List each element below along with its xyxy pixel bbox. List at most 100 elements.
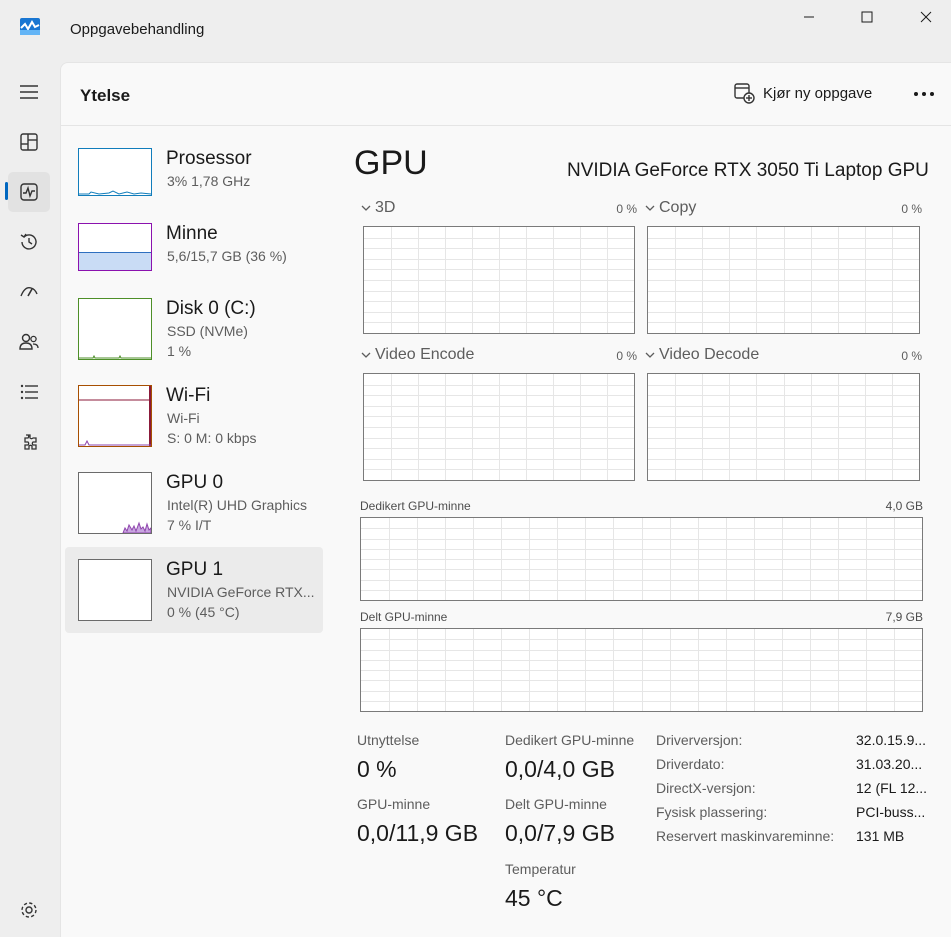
gpu0-name: GPU 0 bbox=[166, 472, 224, 493]
nav-processes[interactable] bbox=[8, 122, 50, 162]
memory-name: Minne bbox=[166, 223, 218, 244]
header-divider bbox=[60, 125, 951, 126]
nav-settings[interactable] bbox=[8, 890, 50, 930]
minimize-button[interactable] bbox=[786, 2, 832, 32]
gpu0-mini-graph bbox=[122, 521, 151, 533]
chevron-down-icon bbox=[361, 205, 371, 211]
temperature-value: 45 °C bbox=[505, 885, 563, 911]
driver-date-value: 31.03.20... bbox=[856, 756, 923, 772]
close-button[interactable] bbox=[903, 2, 949, 32]
wifi-name: Wi-Fi bbox=[166, 385, 211, 406]
run-new-task-button[interactable]: Kjør ny oppgave bbox=[733, 82, 872, 104]
driver-version-label: Driverversjon: bbox=[656, 732, 743, 748]
engine-video-encode-pct: 0 % bbox=[616, 349, 637, 363]
dedicated-memory-graph-max: 4,0 GB bbox=[885, 499, 923, 513]
physical-location-label: Fysisk plassering: bbox=[656, 804, 768, 820]
dedicated-memory-value: 0,0/4,0 GB bbox=[505, 756, 615, 782]
engine-video-encode-selector[interactable]: Video Encode bbox=[360, 346, 474, 364]
utilization-label: Utnyttelse bbox=[357, 732, 420, 748]
nav-active-indicator bbox=[5, 182, 8, 200]
physical-location-value: PCI-buss... bbox=[856, 804, 926, 820]
directx-version-label: DirectX-versjon: bbox=[656, 780, 756, 796]
memory-fill bbox=[79, 252, 151, 270]
engine-3d-pct: 0 % bbox=[616, 202, 637, 216]
details-icon bbox=[20, 384, 38, 400]
processor-thumbnail-graph bbox=[78, 148, 152, 196]
dedicated-memory-graph-label: Dedikert GPU-minne bbox=[360, 499, 471, 513]
chevron-down-icon bbox=[361, 352, 371, 358]
chevron-down-icon bbox=[645, 352, 655, 358]
task-manager-app-icon bbox=[20, 18, 40, 35]
engine-video-decode-pct: 0 % bbox=[901, 349, 922, 363]
graph-grid bbox=[364, 227, 634, 333]
gpu-model-name: NVIDIA GeForce RTX 3050 Ti Laptop GPU bbox=[567, 160, 929, 181]
minimize-icon bbox=[804, 16, 814, 18]
graph-grid bbox=[361, 629, 922, 711]
nav-menu-button[interactable] bbox=[8, 72, 50, 112]
wifi-adapter: Wi-Fi bbox=[167, 410, 200, 426]
gpu-title: GPU bbox=[354, 144, 428, 182]
processor-usage: 3% 1,78 GHz bbox=[167, 173, 251, 189]
gpu1-model: NVIDIA GeForce RTX... bbox=[167, 584, 315, 600]
processor-name: Prosessor bbox=[166, 148, 252, 169]
graph-grid bbox=[648, 227, 919, 333]
maximize-icon bbox=[861, 11, 873, 23]
disk-mini-graph bbox=[79, 354, 151, 359]
reserved-memory-label: Reservert maskinvareminne: bbox=[656, 828, 835, 844]
processes-icon bbox=[20, 133, 38, 151]
engine-3d-selector[interactable]: 3D bbox=[360, 199, 395, 217]
memory-usage: 5,6/15,7 GB (36 %) bbox=[167, 248, 287, 264]
shared-memory-value: 0,0/7,9 GB bbox=[505, 820, 615, 846]
gpu1-thumbnail-graph bbox=[78, 559, 152, 621]
startup-apps-icon bbox=[20, 286, 38, 297]
gpu-memory-value: 0,0/11,9 GB bbox=[357, 820, 479, 846]
wifi-mini-graph bbox=[79, 386, 151, 446]
engine-copy-graph bbox=[647, 226, 920, 334]
shared-memory-graph-label: Delt GPU-minne bbox=[360, 610, 448, 624]
gpu0-model: Intel(R) UHD Graphics bbox=[167, 497, 308, 513]
disk-name: Disk 0 (C:) bbox=[166, 298, 256, 319]
services-icon bbox=[24, 434, 37, 450]
nav-startup-apps[interactable] bbox=[8, 272, 50, 312]
driver-date-label: Driverdato: bbox=[656, 756, 725, 772]
settings-icon bbox=[21, 902, 37, 918]
graph-grid bbox=[364, 374, 634, 480]
engine-copy-label: Copy bbox=[659, 199, 697, 216]
run-new-task-label: Kjør ny oppgave bbox=[763, 84, 873, 102]
disk-thumbnail-graph bbox=[78, 298, 152, 360]
app-history-icon bbox=[20, 233, 37, 250]
disk-type: SSD (NVMe) bbox=[167, 323, 248, 339]
engine-video-encode-graph bbox=[363, 373, 635, 481]
engine-video-decode-selector[interactable]: Video Decode bbox=[644, 346, 759, 364]
wifi-throughput: S: 0 M: 0 kbps bbox=[167, 430, 257, 446]
utilization-value: 0 % bbox=[357, 756, 397, 782]
engine-3d-label: 3D bbox=[375, 199, 396, 216]
more-options-button[interactable] bbox=[908, 82, 940, 106]
nav-app-history[interactable] bbox=[8, 222, 50, 262]
run-new-task-icon bbox=[734, 83, 755, 104]
maximize-button[interactable] bbox=[844, 2, 890, 32]
chevron-down-icon bbox=[645, 205, 655, 211]
temperature-label: Temperatur bbox=[505, 861, 576, 877]
driver-version-value: 32.0.15.9... bbox=[856, 732, 927, 748]
nav-services[interactable] bbox=[8, 422, 50, 462]
processor-mini-graph bbox=[79, 190, 151, 195]
dedicated-memory-label: Dedikert GPU-minne bbox=[505, 732, 635, 748]
nav-performance[interactable] bbox=[8, 172, 50, 212]
gpu1-name: GPU 1 bbox=[166, 559, 224, 580]
directx-version-value: 12 (FL 12... bbox=[856, 780, 928, 796]
engine-video-encode-label: Video Encode bbox=[375, 346, 475, 363]
nav-users[interactable] bbox=[8, 322, 50, 362]
shared-memory-graph-max: 7,9 GB bbox=[885, 610, 923, 624]
dedicated-memory-graph bbox=[360, 517, 923, 601]
engine-video-decode-label: Video Decode bbox=[659, 346, 760, 363]
memory-thumbnail-graph bbox=[78, 223, 152, 271]
gpu0-thumbnail-graph bbox=[78, 472, 152, 534]
performance-icon bbox=[20, 183, 38, 201]
gpu-memory-label: GPU-minne bbox=[357, 796, 431, 812]
engine-copy-selector[interactable]: Copy bbox=[644, 199, 696, 217]
nav-details[interactable] bbox=[8, 372, 50, 412]
disk-usage: 1 % bbox=[167, 343, 192, 359]
shared-memory-graph bbox=[360, 628, 923, 712]
reserved-memory-value: 131 MB bbox=[856, 828, 905, 844]
